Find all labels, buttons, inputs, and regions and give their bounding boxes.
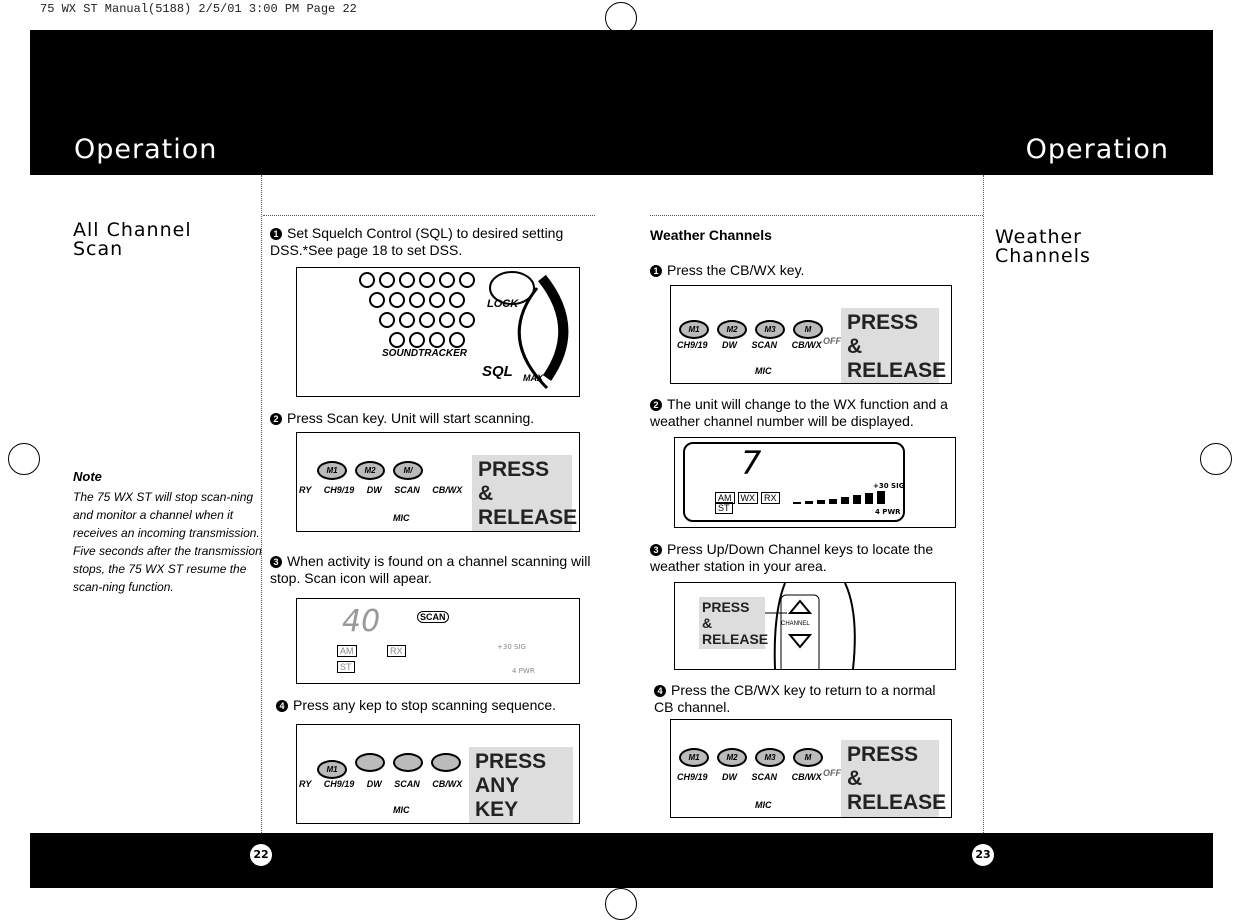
cbwx-key-figure: M1 M2 M3 M CH9/19 DW SCAN CB/WX MIC OFF PRE…: [670, 285, 952, 384]
scan-icon: SCAN: [417, 611, 449, 623]
step-2: 2 The unit will change to the WX function…: [650, 396, 948, 429]
column-divider: [983, 175, 984, 833]
press-release-callout: PRESS & RELEASE: [841, 740, 946, 817]
press-any-key-callout: PRESS ANY KEY: [469, 747, 573, 823]
section-title-all-channel-scan: All Channel Scan: [73, 219, 192, 260]
press-release-callout: PRESS & RELEASE: [841, 308, 946, 383]
squelch-knob-figure: LOCK SOUNDTRACKER SQL MAX: [296, 267, 580, 397]
left-header-title: Operation: [74, 134, 218, 165]
step-1: 1 Set Squelch Control (SQL) to desired se…: [270, 225, 564, 258]
scan-key-figure: M1 M2 M/ RY CH9/19 DW SCAN CB/WX MIC PRESS…: [296, 432, 580, 532]
cbwx-return-figure: M1 M2 M3 M CH9/19 DW SCAN CB/WX MIC OFF PRE…: [670, 719, 952, 818]
section-title-weather-channels: Weather Channels: [995, 226, 1091, 267]
note-text: The 75 WX ST will stop scan-ning and mon…: [73, 490, 262, 594]
channel-keys-figure: CHANNEL PRESS & RELEASE: [674, 582, 956, 670]
step-3: 3 When activity is found on a channel sca…: [270, 553, 591, 586]
page-number-left: 22: [250, 844, 272, 866]
m1-key: M1: [317, 461, 347, 480]
print-slug: 75 WX ST Manual(5188) 2/5/01 3:00 PM Pag…: [40, 2, 357, 16]
step-1: 1 Press the CB/WX key.: [650, 262, 804, 279]
rule: [650, 215, 983, 216]
right-header-title: Operation: [1025, 134, 1169, 165]
manual-spread: 75 WX ST Manual(5188) 2/5/01 3:00 PM Pag…: [0, 0, 1245, 922]
registration-mark: [1200, 443, 1232, 475]
page-number-right: 23: [972, 844, 994, 866]
weather-channels-subheading: Weather Channels: [650, 227, 772, 243]
step-3: 3 Press Up/Down Channel keys to locate th…: [650, 541, 934, 574]
scan-display-figure: 40 SCAN AM ST RX +30 SIG 4 PWR: [296, 598, 580, 684]
registration-mark: [8, 443, 40, 475]
rule: [263, 215, 595, 216]
press-release-callout: PRESS & RELEASE: [472, 455, 577, 531]
note-heading: Note: [73, 469, 102, 484]
footer-band: [30, 833, 1213, 888]
step-4: 4 Press any kep to stop scanning sequence…: [276, 697, 556, 714]
step-4: 4 Press the CB/WX key to return to a norm…: [654, 682, 936, 715]
press-release-callout: PRESS & RELEASE: [699, 597, 768, 649]
m-key: M/: [393, 461, 423, 480]
any-key-figure: M1 RY CH9/19 DW SCAN CB/WX MIC PRESS ANY…: [296, 724, 580, 824]
step-2: 2 Press Scan key. Unit will start scannin…: [270, 410, 534, 427]
registration-mark: [605, 888, 637, 920]
signal-meter: [793, 491, 885, 504]
wx-display-figure: 7 AM WX RX ST +30 SIG 4 PWR: [674, 437, 956, 528]
m2-key: M2: [355, 461, 385, 480]
